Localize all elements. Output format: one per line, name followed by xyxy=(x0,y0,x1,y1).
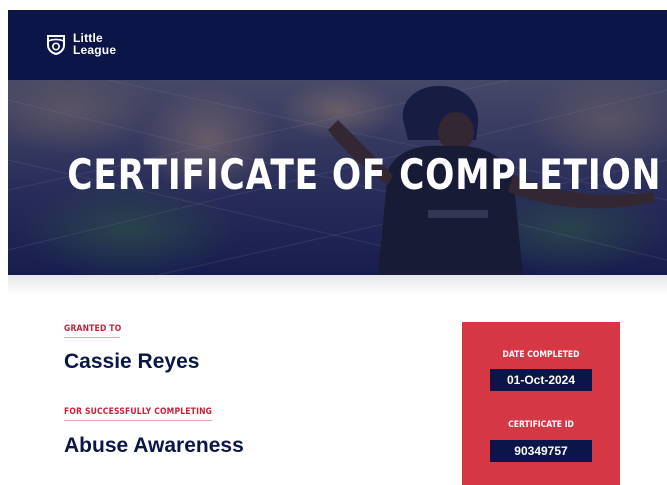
completing-label: FOR SUCCESSFULLY COMPLETING xyxy=(64,407,213,417)
certificate-page: Little League CERTIFICATE OF COMPLETION … xyxy=(0,0,667,485)
little-league-logo-icon xyxy=(47,35,65,56)
completion-details-box: DATE COMPLETED 01-Oct-2024 CERTIFICATE I… xyxy=(462,322,620,485)
granted-to-label: GRANTED TO xyxy=(64,324,122,334)
recipient-name: Cassie Reyes xyxy=(64,350,200,373)
granted-to-underline xyxy=(64,337,120,338)
date-completed-label: DATE COMPLETED xyxy=(502,350,580,360)
certificate-title: CERTIFICATE OF COMPLETION xyxy=(67,150,662,199)
certificate-id-value: 90349757 xyxy=(490,440,592,462)
logo-line-2: League xyxy=(73,43,117,57)
completing-underline xyxy=(64,420,212,421)
hero-banner: CERTIFICATE OF COMPLETION xyxy=(8,80,667,275)
logo-wordmark: Little League xyxy=(73,32,116,56)
banner-shadow xyxy=(8,275,667,295)
certificate-id-label: CERTIFICATE ID xyxy=(508,420,574,430)
header-bar: Little League xyxy=(8,10,667,80)
little-league-logo: Little League xyxy=(44,32,116,56)
date-completed-value: 01-Oct-2024 xyxy=(490,369,592,391)
course-name: Abuse Awareness xyxy=(64,434,244,457)
